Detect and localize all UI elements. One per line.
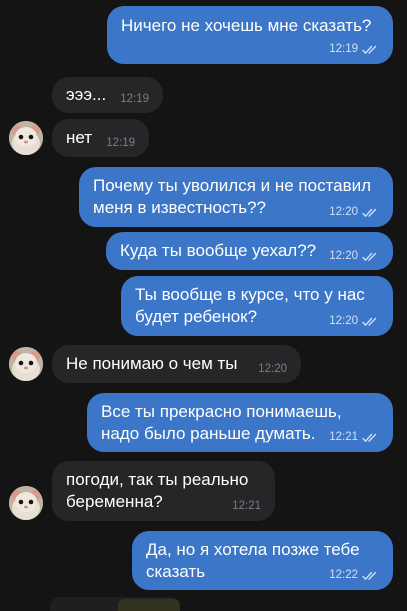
hamster-avatar[interactable] <box>9 486 43 520</box>
message-time: 12:19 <box>120 93 149 105</box>
message-meta: 12:19 <box>106 137 135 150</box>
next-message-edge-accent <box>118 599 180 611</box>
message-meta: 12:21 <box>232 500 261 513</box>
read-double-check-icon <box>362 317 377 326</box>
message-time: 12:22 <box>329 569 358 581</box>
message-text: Ничего не хочешь мне сказать? <box>121 16 372 35</box>
message-meta: 12:20 <box>329 206 380 219</box>
message-incoming[interactable]: Не понимаю о чем ты 12:20 <box>52 345 301 383</box>
message-outgoing[interactable]: Да, но я хотела позже тебе сказать 12:22 <box>132 531 393 590</box>
message-outgoing[interactable]: Ты вообще в курсе, что у нас будет ребен… <box>121 276 393 336</box>
message-time: 12:20 <box>258 363 287 375</box>
message-meta: 12:19 <box>120 93 149 106</box>
read-double-check-icon <box>362 571 377 580</box>
read-double-check-icon <box>362 208 377 217</box>
read-double-check-icon <box>362 252 377 261</box>
message-meta: 12:20 <box>329 315 380 328</box>
message-outgoing[interactable]: Куда ты вообще уехал?? 12:20 <box>106 232 393 270</box>
message-outgoing[interactable]: Все ты прекрасно понимаешь, надо было ра… <box>87 393 393 452</box>
message-time: 12:20 <box>329 206 358 218</box>
message-meta: 12:19 <box>329 43 380 56</box>
message-meta: 12:20 <box>258 363 287 376</box>
hamster-avatar[interactable] <box>9 121 43 155</box>
message-time: 12:20 <box>329 315 358 327</box>
message-time: 12:20 <box>329 250 358 262</box>
hamster-avatar[interactable] <box>9 347 43 381</box>
chat-message-list[interactable]: Ничего не хочешь мне сказать? 12:19 эээ.… <box>0 0 407 611</box>
read-double-check-icon <box>362 433 377 442</box>
message-incoming[interactable]: погоди, так ты реально беременна? 12:21 <box>52 461 275 521</box>
message-incoming[interactable]: эээ... 12:19 <box>52 77 163 113</box>
message-time: 12:19 <box>329 43 358 55</box>
message-meta: 12:20 <box>329 250 380 263</box>
message-time: 12:21 <box>232 500 261 512</box>
message-time: 12:21 <box>329 431 358 443</box>
read-double-check-icon <box>362 45 377 54</box>
message-outgoing[interactable]: Ничего не хочешь мне сказать? 12:19 <box>107 6 393 64</box>
message-meta: 12:22 <box>329 569 380 582</box>
message-meta: 12:21 <box>329 431 380 444</box>
message-incoming[interactable]: нет 12:19 <box>52 119 149 157</box>
message-text: Не понимаю о чем ты <box>66 354 238 373</box>
message-time: 12:19 <box>106 137 135 149</box>
message-outgoing[interactable]: Почему ты уволился и не поставил меня в … <box>79 167 393 227</box>
